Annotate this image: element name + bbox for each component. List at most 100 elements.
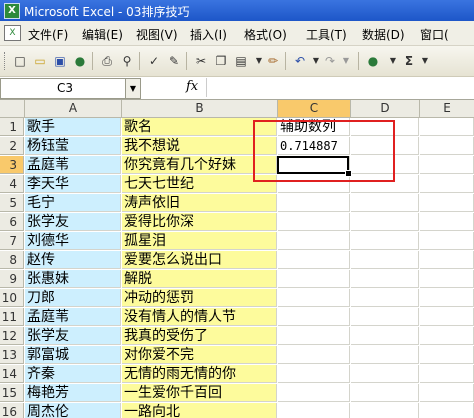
cell-e[interactable] xyxy=(420,118,474,136)
cell-singer[interactable]: 齐秦 xyxy=(25,365,121,383)
excel-icon[interactable]: X xyxy=(4,3,20,19)
cell-e[interactable] xyxy=(420,384,474,402)
menu-tools[interactable]: 工具(T) xyxy=(306,26,347,43)
insert-function-icon[interactable]: fx xyxy=(186,79,198,94)
cell-d[interactable] xyxy=(351,270,419,288)
formula-input[interactable] xyxy=(206,78,474,97)
cell-song[interactable]: 解脱 xyxy=(122,270,277,288)
row-header[interactable]: 9 xyxy=(0,270,24,288)
cell-singer[interactable]: 张学友 xyxy=(25,213,121,231)
cell-e[interactable] xyxy=(420,346,474,364)
cell-singer[interactable]: 赵传 xyxy=(25,251,121,269)
select-all-corner[interactable] xyxy=(0,100,25,118)
row-header[interactable]: 7 xyxy=(0,232,24,250)
row-header[interactable]: 15 xyxy=(0,384,24,402)
autosum-dropdown-icon[interactable]: ▼ xyxy=(416,52,434,70)
row-header[interactable]: 5 xyxy=(0,194,24,212)
cell-e[interactable] xyxy=(420,194,474,212)
cell-song[interactable]: 一生爱你千百回 xyxy=(122,384,277,402)
cell-helper[interactable] xyxy=(278,327,350,345)
print-icon[interactable]: ⎙ xyxy=(98,52,116,70)
cell-e[interactable] xyxy=(420,289,474,307)
cell-song[interactable]: 涛声依旧 xyxy=(122,194,277,212)
menu-insert[interactable]: 插入(I) xyxy=(190,26,227,43)
cell-singer[interactable]: 张学友 xyxy=(25,327,121,345)
cell-helper[interactable] xyxy=(278,308,350,326)
save-icon[interactable]: ▣ xyxy=(51,52,69,70)
workbook-icon[interactable]: X xyxy=(4,25,21,41)
cut-icon[interactable]: ✂ xyxy=(192,52,210,70)
cell-d[interactable] xyxy=(351,194,419,212)
cell-e[interactable] xyxy=(420,403,474,418)
cell-d[interactable] xyxy=(351,384,419,402)
cell-helper[interactable] xyxy=(278,289,350,307)
column-header-c[interactable]: C xyxy=(278,100,351,118)
row-header[interactable]: 3 xyxy=(0,156,24,174)
cell-d[interactable] xyxy=(351,308,419,326)
cell-d[interactable] xyxy=(351,327,419,345)
cell-d[interactable] xyxy=(351,213,419,231)
menu-data[interactable]: 数据(D) xyxy=(362,26,405,43)
cell-song[interactable]: 爱得比你深 xyxy=(122,213,277,231)
cell-d[interactable] xyxy=(351,289,419,307)
cell-singer[interactable]: 李天华 xyxy=(25,175,121,193)
cell-helper[interactable] xyxy=(278,346,350,364)
row-header[interactable]: 4 xyxy=(0,175,24,193)
row-header[interactable]: 6 xyxy=(0,213,24,231)
cell-singer[interactable]: 郭富城 xyxy=(25,346,121,364)
cell-helper[interactable] xyxy=(278,270,350,288)
cell-helper[interactable] xyxy=(278,403,350,418)
hyperlink-icon[interactable]: ● xyxy=(364,52,382,70)
open-icon[interactable]: ▭ xyxy=(31,52,49,70)
row-header[interactable]: 14 xyxy=(0,365,24,383)
fill-handle[interactable] xyxy=(345,170,352,177)
column-header-d[interactable]: D xyxy=(351,100,420,118)
cell-d[interactable] xyxy=(351,365,419,383)
row-header[interactable]: 1 xyxy=(0,118,24,136)
toolbar-grip[interactable] xyxy=(4,52,8,70)
cell-e[interactable] xyxy=(420,156,474,174)
cell-singer[interactable]: 梅艳芳 xyxy=(25,384,121,402)
copy-icon[interactable]: ❐ xyxy=(212,52,230,70)
cell-singer[interactable]: 杨钰莹 xyxy=(25,137,121,155)
cell-song[interactable]: 无情的雨无情的你 xyxy=(122,365,277,383)
row-header[interactable]: 10 xyxy=(0,289,24,307)
cell-e[interactable] xyxy=(420,308,474,326)
cell-d[interactable] xyxy=(351,346,419,364)
menu-view[interactable]: 视图(V) xyxy=(136,26,178,43)
worksheet-grid[interactable]: A B C D E 1 歌手 歌名 辅助数列 2 杨钰莹 我不想说 0.714887 3 孟庭苇你… xyxy=(0,100,474,418)
cell-d[interactable] xyxy=(351,251,419,269)
cell-singer[interactable]: 周杰伦 xyxy=(25,403,121,418)
cell-singer[interactable]: 张惠妹 xyxy=(25,270,121,288)
print-preview-icon[interactable]: ⚲ xyxy=(118,52,136,70)
cell-d[interactable] xyxy=(351,232,419,250)
cell-helper[interactable] xyxy=(278,194,350,212)
cell-helper[interactable] xyxy=(278,384,350,402)
cell-e[interactable] xyxy=(420,365,474,383)
research-icon[interactable]: ✎ xyxy=(165,52,183,70)
cell-e[interactable] xyxy=(420,251,474,269)
format-painter-icon[interactable]: ✏ xyxy=(264,52,282,70)
cell-singer[interactable]: 歌手 xyxy=(25,118,121,136)
row-header[interactable]: 2 xyxy=(0,137,24,155)
cell-song[interactable]: 爱要怎么说出口 xyxy=(122,251,277,269)
row-header[interactable]: 11 xyxy=(0,308,24,326)
cell-song[interactable]: 孤星泪 xyxy=(122,232,277,250)
cell-singer[interactable]: 毛宁 xyxy=(25,194,121,212)
cell-helper[interactable] xyxy=(278,232,350,250)
column-header-e[interactable]: E xyxy=(420,100,474,118)
name-box-dropdown-icon[interactable]: ▼ xyxy=(125,78,141,99)
menu-edit[interactable]: 编辑(E) xyxy=(82,26,123,43)
cell-helper[interactable] xyxy=(278,251,350,269)
cell-singer[interactable]: 刀郎 xyxy=(25,289,121,307)
menu-format[interactable]: 格式(O) xyxy=(244,26,287,43)
cell-singer[interactable]: 孟庭苇 xyxy=(25,156,121,174)
cell-e[interactable] xyxy=(420,232,474,250)
cell-d[interactable] xyxy=(351,403,419,418)
cell-singer[interactable]: 刘德华 xyxy=(25,232,121,250)
row-header[interactable]: 12 xyxy=(0,327,24,345)
cell-song[interactable]: 没有情人的情人节 xyxy=(122,308,277,326)
spelling-icon[interactable]: ✓ xyxy=(145,52,163,70)
cell-helper[interactable] xyxy=(278,213,350,231)
new-icon[interactable]: □ xyxy=(11,52,29,70)
